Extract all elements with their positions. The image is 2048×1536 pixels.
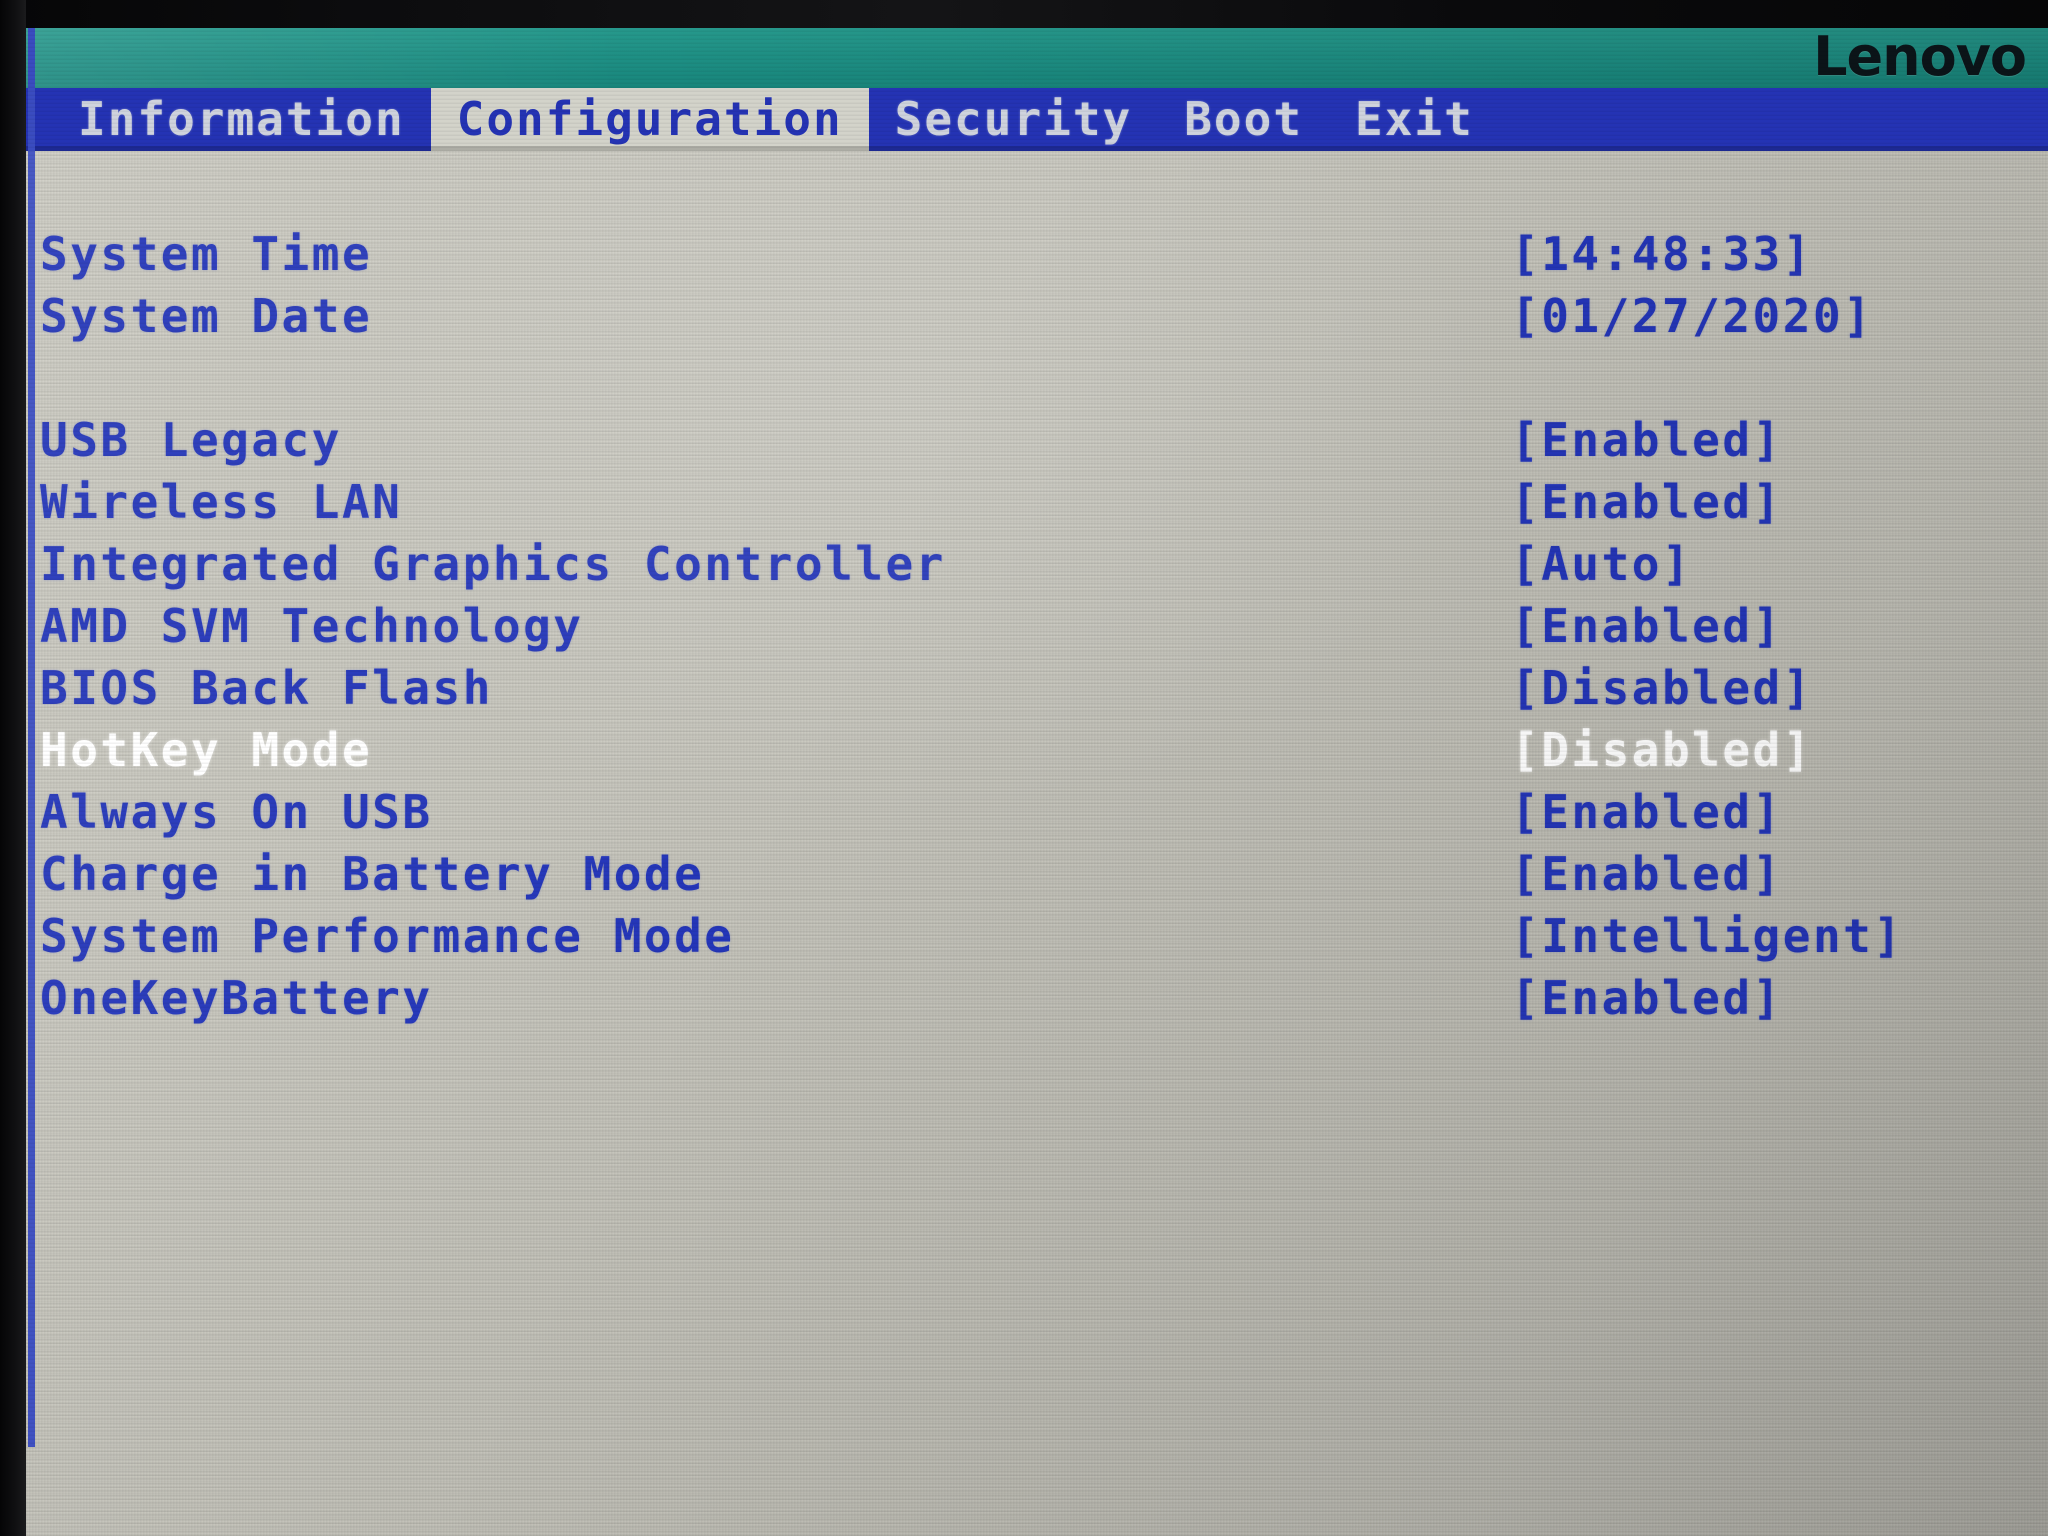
setting-label: System Time [40, 227, 373, 281]
lenovo-logo: Lenovo [1813, 25, 2027, 88]
banner-shading [26, 24, 2048, 91]
setting-value[interactable]: [Enabled] [1511, 595, 1783, 657]
setting-label: BIOS Back Flash [40, 661, 493, 715]
setting-value[interactable]: [Intelligent] [1511, 905, 1904, 967]
setting-row[interactable]: AMD SVM Technology [Enabled] [26, 595, 2048, 657]
setting-value[interactable]: [Enabled] [1511, 967, 1783, 1029]
tab-boot[interactable]: Boot [1158, 88, 1329, 151]
bios-setup-screen: Lenovo Information Configuration Security B… [0, 0, 2048, 1536]
setting-row[interactable]: System Time [14:48:33] [26, 223, 2048, 285]
setting-value[interactable]: [Enabled] [1511, 781, 1783, 843]
setting-row[interactable]: USB Legacy [Enabled] [26, 409, 2048, 471]
settings-list: System Time [14:48:33] System Date [01/27/2… [26, 151, 2048, 1536]
setting-value[interactable]: [Enabled] [1511, 471, 1783, 533]
settings-panel: System Time [14:48:33] System Date [01/27/2… [26, 151, 2048, 1536]
setting-value[interactable]: [01/27/2020] [1511, 285, 1873, 347]
setting-value[interactable]: [Disabled] [1511, 719, 1813, 781]
setting-row[interactable]: Always On USB [Enabled] [26, 781, 2048, 843]
setting-row[interactable]: BIOS Back Flash [Disabled] [26, 657, 2048, 719]
setting-label: HotKey Mode [40, 723, 373, 777]
tab-exit[interactable]: Exit [1329, 88, 1500, 151]
setting-label: OneKeyBattery [40, 971, 433, 1025]
setting-row[interactable]: Wireless LAN [Enabled] [26, 471, 2048, 533]
setting-value[interactable]: [Auto] [1511, 533, 1692, 595]
tab-configuration[interactable]: Configuration [430, 88, 869, 151]
menu-tab-bar: Information Configuration Security Boot Exit [26, 88, 2048, 151]
setting-value[interactable]: [Enabled] [1511, 409, 1783, 471]
setting-value[interactable]: [14:48:33] [1511, 223, 1813, 285]
setting-value[interactable]: [Disabled] [1511, 657, 1813, 719]
setting-label: Charge in Battery Mode [40, 847, 705, 901]
setting-label: USB Legacy [40, 413, 342, 467]
tab-security[interactable]: Security [869, 88, 1159, 151]
bezel-left-edge [0, 0, 26, 1536]
setting-row[interactable]: System Date [01/27/2020] [26, 285, 2048, 347]
setting-label: System Date [40, 289, 373, 343]
setting-label: AMD SVM Technology [40, 599, 584, 653]
setting-label: System Performance Mode [40, 909, 735, 963]
tab-information[interactable]: Information [26, 88, 431, 151]
bezel-top-edge [0, 0, 2048, 28]
setting-label: Always On USB [40, 785, 433, 839]
setting-row[interactable]: Charge in Battery Mode [Enabled] [26, 843, 2048, 905]
setting-row[interactable]: System Performance Mode [Intelligent] [26, 905, 2048, 967]
setting-label: Wireless LAN [40, 475, 403, 529]
setting-row[interactable]: HotKey Mode [Disabled] [26, 719, 2048, 781]
setting-row[interactable]: OneKeyBattery [Enabled] [26, 967, 2048, 1029]
setting-label: Integrated Graphics Controller [40, 537, 946, 591]
setting-value[interactable]: [Enabled] [1511, 843, 1783, 905]
brand-banner: Lenovo [26, 24, 2048, 91]
setting-row[interactable]: Integrated Graphics Controller [Auto] [26, 533, 2048, 595]
